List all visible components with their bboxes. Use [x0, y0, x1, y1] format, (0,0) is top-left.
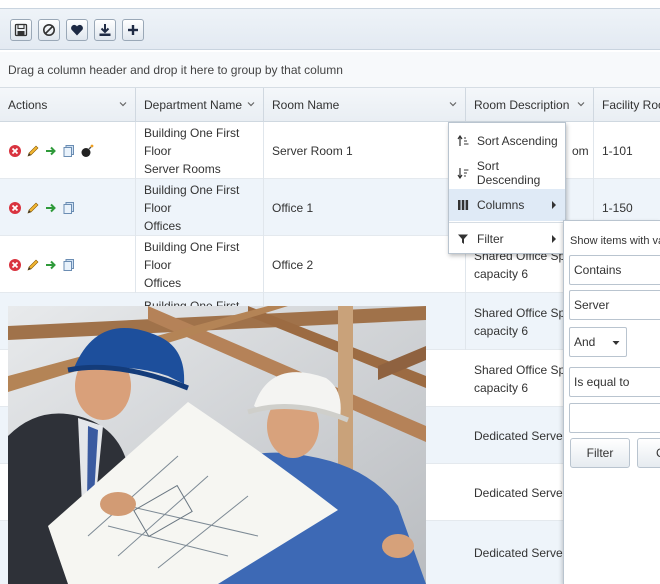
caret-right-icon: [552, 201, 556, 209]
cancel-button[interactable]: [38, 19, 60, 41]
room-name-cell: Server Room 1: [264, 122, 466, 179]
arrow-right-icon[interactable]: [44, 258, 58, 272]
department-line-2: Offices: [144, 218, 182, 233]
header-label: Room Description: [474, 98, 570, 112]
copy-icon[interactable]: [62, 258, 76, 272]
engineers-photo-illustration: [8, 306, 426, 584]
menu-item-label: Sort Descending: [476, 159, 541, 187]
chevron-down-icon[interactable]: [449, 100, 457, 108]
sort-descending-icon: [457, 168, 469, 179]
header-actions[interactable]: Actions: [0, 88, 136, 122]
menu-item-label: Sort Ascending: [477, 134, 558, 148]
download-icon: [99, 24, 111, 36]
download-button[interactable]: [94, 19, 116, 41]
room-name-cell: Office 2: [264, 236, 466, 293]
menu-item-columns[interactable]: Columns: [449, 189, 565, 221]
filter-title: Show items with value that:: [570, 235, 660, 247]
header-label: Actions: [8, 98, 48, 112]
department-cell: Building One First Floor Offices: [136, 236, 264, 293]
arrow-right-icon[interactable]: [44, 201, 58, 215]
favorite-button[interactable]: [66, 19, 88, 41]
delete-icon[interactable]: [8, 258, 22, 272]
filter-value-2-input[interactable]: [569, 403, 660, 433]
copy-icon[interactable]: [62, 201, 76, 215]
filter-logic-value: And: [574, 335, 596, 349]
menu-item-sort-ascending[interactable]: Sort Ascending: [449, 125, 565, 157]
header-label: Department Name: [144, 98, 243, 112]
columns-icon: [458, 200, 469, 210]
department-cell: Building One First Floor Server Rooms: [136, 122, 264, 179]
engineers-photo: [8, 306, 426, 584]
department-line-1: Building One First Floor: [144, 239, 240, 272]
arrow-right-icon[interactable]: [44, 144, 58, 158]
caret-down-icon: [612, 341, 620, 345]
facility-room-cell: 1-101: [602, 143, 633, 158]
header-room-name[interactable]: Room Name: [264, 88, 466, 122]
group-by-bar[interactable]: Drag a column header and drop it here to…: [0, 52, 660, 88]
delete-icon[interactable]: [8, 201, 22, 215]
delete-icon[interactable]: [8, 144, 22, 158]
filter-panel: Show items with value that: Contains Ser…: [563, 220, 660, 584]
menu-item-filter[interactable]: Filter: [449, 223, 565, 255]
group-by-hint: Drag a column header and drop it here to…: [8, 62, 343, 77]
menu-item-label: Columns: [477, 198, 525, 212]
header-label: Room Name: [272, 98, 340, 112]
heart-icon: [71, 24, 83, 36]
save-icon: [14, 23, 28, 37]
bomb-icon[interactable]: [80, 144, 94, 158]
header-room-description[interactable]: Room Description: [466, 88, 594, 122]
chevron-down-icon[interactable]: [119, 100, 127, 108]
grid-toolbar: [0, 8, 660, 50]
room-name-cell: Office 1: [264, 179, 466, 236]
add-button[interactable]: [122, 19, 144, 41]
sort-ascending-icon: [457, 135, 469, 146]
menu-item-label: Filter: [477, 232, 504, 246]
edit-icon[interactable]: [26, 258, 40, 272]
save-button[interactable]: [10, 19, 32, 41]
column-menu: Sort Ascending Sort Descending Columns F…: [448, 122, 566, 254]
department-line-1: Building One First Floor: [144, 182, 240, 215]
menu-item-sort-descending[interactable]: Sort Descending: [449, 157, 565, 189]
department-line-1: Building One First Floor: [144, 125, 240, 158]
add-icon: [128, 25, 138, 35]
grid-header: Actions Department Name Room Name Room D…: [0, 88, 660, 122]
department-line-2: Offices: [144, 275, 182, 290]
row-actions: [0, 236, 136, 293]
cancel-icon: [43, 24, 55, 36]
caret-right-icon: [552, 235, 556, 243]
row-actions: [0, 179, 136, 236]
filter-logic-select[interactable]: And: [569, 327, 627, 357]
filter-operator-2-select[interactable]: Is equal to: [569, 367, 660, 397]
header-facility-room[interactable]: Facility Room: [594, 88, 660, 122]
filter-icon: [458, 234, 468, 244]
filter-value-1-input[interactable]: Server: [569, 290, 660, 320]
department-cell: Building One First Floor Offices: [136, 179, 264, 236]
filter-clear-button[interactable]: Clear: [637, 438, 660, 468]
filter-operator-1-select[interactable]: Contains: [569, 255, 660, 285]
edit-icon[interactable]: [26, 144, 40, 158]
chevron-down-icon[interactable]: [247, 100, 255, 108]
department-line-2: Server Rooms: [144, 161, 221, 176]
copy-icon[interactable]: [62, 144, 76, 158]
row-actions: [0, 122, 136, 179]
edit-icon[interactable]: [26, 201, 40, 215]
chevron-down-icon[interactable]: [577, 100, 585, 108]
header-label: Facility Room: [602, 98, 660, 112]
header-department-name[interactable]: Department Name: [136, 88, 264, 122]
filter-apply-button[interactable]: Filter: [570, 438, 630, 468]
